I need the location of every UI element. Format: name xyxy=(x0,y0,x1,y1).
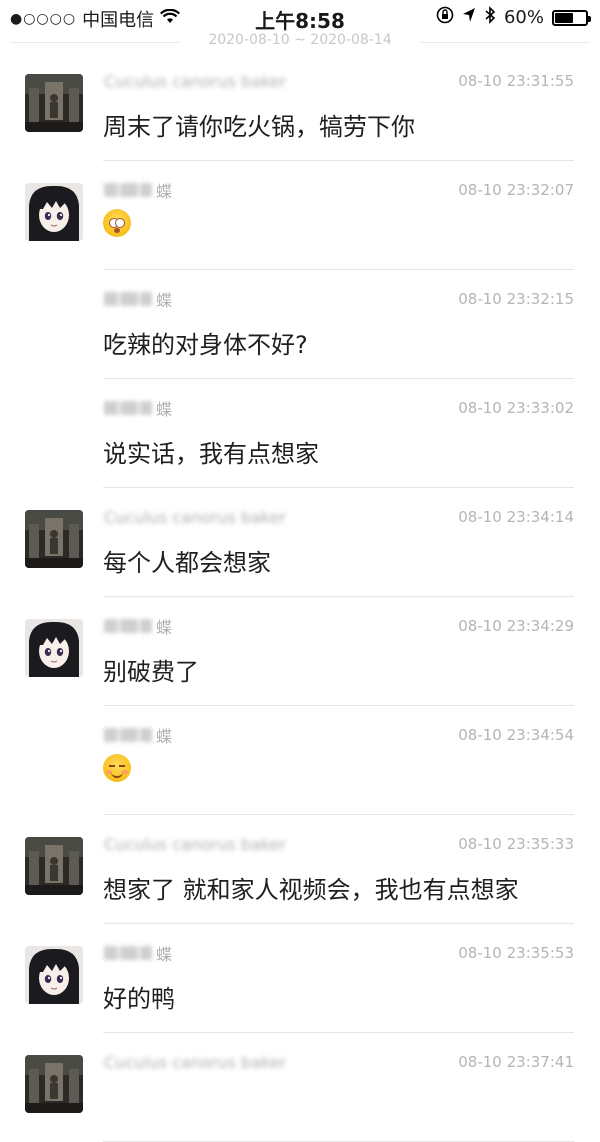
message-text: 别破费了 xyxy=(103,658,199,686)
avatar[interactable] xyxy=(25,619,83,677)
message-text: 吃辣的对身体不好? xyxy=(103,331,308,359)
smiling-emoji-icon xyxy=(103,754,131,782)
chat-message[interactable]: Cuculus canorus baker 08-10 23:37:41 xyxy=(0,1033,600,1142)
sender-name: 蝶 xyxy=(104,180,173,201)
avatar[interactable] xyxy=(25,183,83,241)
message-text: 好的鸭 xyxy=(103,985,175,1013)
chat-message[interactable]: Cuculus canorus baker 08-10 23:31:55 周末了请你… xyxy=(0,52,600,161)
blurred-name-mask xyxy=(104,183,152,197)
chat-message[interactable]: 蝶 08-10 23:32:07 xyxy=(0,161,600,270)
sender-name: Cuculus canorus baker xyxy=(104,1052,286,1072)
message-list: Cuculus canorus baker 08-10 23:31:55 周末了请你… xyxy=(0,52,600,1142)
sender-name: 蝶 xyxy=(104,943,173,964)
chat-message[interactable]: 蝶 08-10 23:35:53 好的鸭 xyxy=(0,924,600,1033)
blurred-name-mask xyxy=(104,728,152,742)
blurred-name-mask xyxy=(104,619,152,633)
sender-name-label: Cuculus canorus baker xyxy=(104,1052,287,1072)
sender-name: 蝶 xyxy=(104,725,173,746)
message-timestamp: 08-10 23:32:15 xyxy=(458,290,574,308)
sender-name-label: Cuculus canorus baker xyxy=(104,507,287,527)
blurred-name-mask xyxy=(104,292,152,306)
sender-name-label: Cuculus canorus baker xyxy=(104,834,287,854)
status-bar: ●○○○○ 中国电信 上午8:58 60% xyxy=(0,0,600,34)
flushed-emoji-icon xyxy=(103,209,131,237)
blurred-name-mask xyxy=(104,401,152,415)
chat-message[interactable]: 蝶 08-10 23:34:54 xyxy=(0,706,600,815)
bluetooth-icon xyxy=(484,6,496,29)
chat-message[interactable]: 蝶 08-10 23:32:15 吃辣的对身体不好? xyxy=(0,270,600,379)
sender-name: Cuculus canorus baker xyxy=(104,834,286,854)
sender-name-label: 蝶 xyxy=(156,400,173,419)
message-text: 想家了 就和家人视频会，我也有点想家 xyxy=(103,876,519,904)
message-text xyxy=(103,209,131,243)
sender-name-label: 蝶 xyxy=(156,618,173,637)
sender-name-label: Cuculus canorus baker xyxy=(104,71,287,91)
sender-name-label: 蝶 xyxy=(156,291,173,310)
orientation-lock-icon xyxy=(436,6,454,29)
message-timestamp: 08-10 23:34:54 xyxy=(458,726,574,744)
avatar[interactable] xyxy=(25,510,83,568)
message-timestamp: 08-10 23:34:29 xyxy=(458,617,574,635)
message-text xyxy=(103,754,131,788)
sender-name: Cuculus canorus baker xyxy=(104,71,286,91)
avatar[interactable] xyxy=(25,74,83,132)
battery-percent: 60% xyxy=(503,7,544,28)
message-timestamp: 08-10 23:37:41 xyxy=(458,1053,574,1071)
chat-message[interactable]: Cuculus canorus baker 08-10 23:34:14 每个人都会… xyxy=(0,488,600,597)
message-timestamp: 08-10 23:35:53 xyxy=(458,944,574,962)
sender-name: 蝶 xyxy=(104,616,173,637)
message-timestamp: 08-10 23:34:14 xyxy=(458,508,574,526)
chat-message[interactable]: 蝶 08-10 23:34:29 别破费了 xyxy=(0,597,600,706)
sender-name-label: 蝶 xyxy=(156,182,173,201)
chat-message[interactable]: Cuculus canorus baker 08-10 23:35:33 想家了 就… xyxy=(0,815,600,924)
message-text: 说实话，我有点想家 xyxy=(103,440,319,468)
sender-name: 蝶 xyxy=(104,289,173,310)
sender-name: 蝶 xyxy=(104,398,173,419)
location-arrow-icon xyxy=(462,7,476,28)
sender-name-label: 蝶 xyxy=(156,727,173,746)
battery-icon xyxy=(552,9,591,26)
avatar[interactable] xyxy=(25,1055,83,1113)
message-text: 每个人都会想家 xyxy=(103,549,271,577)
message-timestamp: 08-10 23:31:55 xyxy=(458,72,574,90)
blurred-name-mask xyxy=(104,946,152,960)
avatar[interactable] xyxy=(25,946,83,1004)
message-timestamp: 08-10 23:33:02 xyxy=(458,399,574,417)
message-timestamp: 08-10 23:32:07 xyxy=(458,181,574,199)
chat-message[interactable]: 蝶 08-10 23:33:02 说实话，我有点想家 xyxy=(0,379,600,488)
message-text: 周末了请你吃火锅，犒劳下你 xyxy=(103,113,415,141)
date-range-header: 2020-08-10 ~ 2020-08-14 xyxy=(0,32,600,48)
sender-name-label: 蝶 xyxy=(156,945,173,964)
avatar[interactable] xyxy=(25,837,83,895)
message-timestamp: 08-10 23:35:33 xyxy=(458,835,574,853)
sender-name: Cuculus canorus baker xyxy=(104,507,286,527)
